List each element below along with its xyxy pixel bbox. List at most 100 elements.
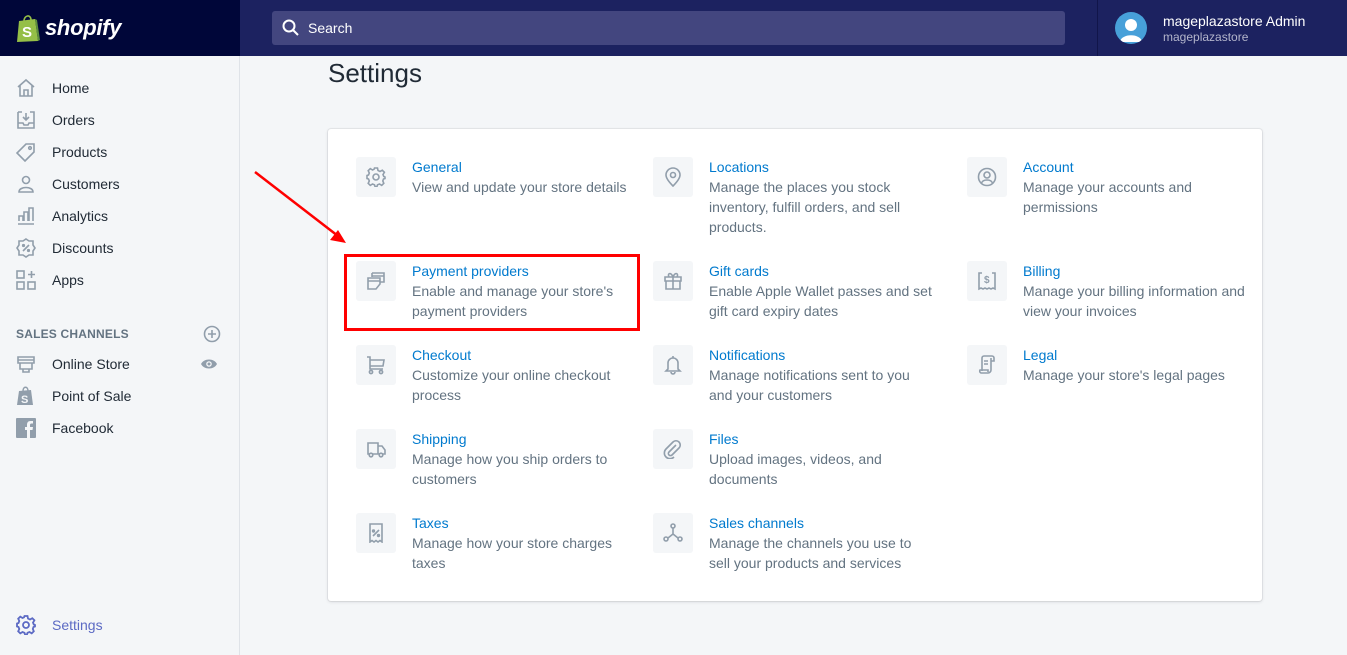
setting-locations[interactable]: Locations Manage the places you stock inv…	[653, 157, 934, 237]
setting-description: Manage your billing information and view…	[1023, 283, 1245, 319]
setting-title: Checkout	[412, 347, 472, 363]
sidebar-item-label: Point of Sale	[52, 388, 132, 404]
setting-title: Payment providers	[412, 263, 529, 279]
setting-description: Customize your online checkout process	[412, 367, 611, 403]
sidebar-item-label: Products	[52, 144, 108, 160]
top-bar: S shopify Search mageplazastore Admin ma…	[0, 0, 1347, 56]
tag-icon	[16, 142, 36, 162]
sidebar-item-label: Customers	[52, 176, 120, 192]
settings-card: General View and update your store detail…	[328, 129, 1262, 601]
svg-text:S: S	[21, 394, 28, 406]
setting-title: Notifications	[709, 347, 786, 363]
tax-receipt-icon	[366, 523, 386, 543]
cart-icon	[366, 355, 386, 375]
setting-title: Taxes	[412, 515, 449, 531]
sidebar-item-facebook[interactable]: Facebook	[0, 412, 239, 444]
setting-description: Manage your store's legal pages	[1023, 367, 1225, 383]
sales-channels-icon	[663, 523, 683, 543]
setting-description: Manage the channels you use to sell your…	[709, 535, 912, 571]
setting-description: Enable and manage your store's payment p…	[412, 283, 614, 319]
sidebar-item-orders[interactable]: Orders	[0, 104, 239, 136]
sidebar-item-home[interactable]: Home	[0, 72, 239, 104]
gear-icon	[366, 167, 386, 187]
sidebar-item-label: Apps	[52, 272, 84, 288]
sidebar-item-label: Analytics	[52, 208, 109, 224]
svg-text:$: $	[984, 275, 990, 286]
sales-channels-header: SALES CHANNELS	[16, 325, 221, 343]
orders-icon	[16, 110, 36, 130]
svg-text:S: S	[22, 24, 32, 41]
payment-icon	[366, 271, 386, 291]
setting-shipping[interactable]: Shipping Manage how you ship orders to cu…	[356, 429, 637, 489]
sidebar-item-products[interactable]: Products	[0, 136, 239, 168]
setting-title: Gift cards	[709, 263, 769, 279]
add-sales-channel-icon[interactable]	[203, 325, 221, 343]
gift-icon	[663, 271, 683, 291]
setting-title: General	[412, 159, 462, 175]
avatar	[1115, 12, 1147, 44]
setting-description: Enable Apple Wallet passes and set gift …	[709, 283, 932, 319]
shopify-bag-icon: S	[16, 386, 36, 406]
setting-notifications[interactable]: Notifications Manage notifications sent t…	[653, 345, 934, 405]
sidebar-item-analytics[interactable]: Analytics	[0, 200, 239, 232]
bar-chart-icon	[16, 206, 36, 226]
setting-description: Upload images, videos, and documents	[709, 451, 882, 487]
eye-icon[interactable]	[200, 355, 218, 373]
discount-icon	[16, 238, 36, 258]
setting-description: Manage your accounts and permissions	[1023, 179, 1192, 215]
sidebar-item-customers[interactable]: Customers	[0, 168, 239, 200]
search-input[interactable]: Search	[272, 11, 1065, 45]
brand-wordmark: shopify	[45, 15, 122, 40]
billing-icon: $	[977, 271, 997, 291]
setting-payment-providers[interactable]: Payment providers Enable and manage your …	[356, 261, 637, 321]
setting-taxes[interactable]: Taxes Manage how your store charges taxes	[356, 513, 637, 573]
legal-scroll-icon	[977, 355, 997, 375]
sidebar-item-label: Online Store	[52, 356, 130, 372]
home-icon	[16, 78, 36, 98]
setting-files[interactable]: Files Upload images, videos, and document…	[653, 429, 934, 489]
setting-legal[interactable]: Legal Manage your store's legal pages	[967, 345, 1248, 385]
sidebar-item-point-of-sale[interactable]: S Point of Sale	[0, 380, 239, 412]
gear-icon	[16, 615, 36, 635]
person-icon	[16, 174, 36, 194]
setting-title: Files	[709, 431, 739, 447]
store-icon	[16, 354, 36, 374]
setting-description: Manage how you ship orders to customers	[412, 451, 608, 487]
setting-title: Shipping	[412, 431, 467, 447]
setting-checkout[interactable]: Checkout Customize your online checkout p…	[356, 345, 637, 405]
setting-sales-channels[interactable]: Sales channels Manage the channels you us…	[653, 513, 934, 573]
bell-icon	[663, 355, 683, 375]
location-pin-icon	[663, 167, 683, 187]
setting-title: Locations	[709, 159, 769, 175]
setting-title: Account	[1023, 159, 1074, 175]
user-menu[interactable]: mageplazastore Admin mageplazastore	[1097, 0, 1347, 56]
sidebar-item-label: Home	[52, 80, 90, 96]
sales-channels-heading: SALES CHANNELS	[16, 327, 129, 341]
sidebar-item-discounts[interactable]: Discounts	[0, 232, 239, 264]
setting-account[interactable]: Account Manage your accounts and permissi…	[967, 157, 1248, 217]
paperclip-icon	[663, 439, 683, 459]
search-placeholder: Search	[308, 20, 353, 36]
setting-description: Manage notifications sent to you and you…	[709, 367, 910, 403]
setting-title: Billing	[1023, 263, 1061, 279]
user-name: mageplazastore Admin	[1163, 12, 1306, 29]
setting-description: Manage the places you stock inventory, f…	[709, 179, 901, 235]
shopify-logo[interactable]: S shopify	[0, 0, 240, 56]
setting-gift-cards[interactable]: Gift cards Enable Apple Wallet passes and…	[653, 261, 934, 321]
facebook-icon	[16, 418, 36, 438]
setting-general[interactable]: General View and update your store detail…	[356, 157, 637, 197]
setting-billing[interactable]: $ Billing Manage your billing information…	[967, 261, 1248, 321]
sidebar-item-apps[interactable]: Apps	[0, 264, 239, 296]
sidebar-item-label: Orders	[52, 112, 95, 128]
sidebar: Home Orders Products Customers Analytics…	[0, 56, 240, 655]
setting-description: View and update your store details	[412, 179, 627, 195]
sidebar-item-label: Discounts	[52, 240, 114, 256]
truck-icon	[366, 439, 386, 459]
sidebar-item-online-store[interactable]: Online Store	[0, 348, 239, 380]
setting-title: Sales channels	[709, 515, 804, 531]
sidebar-item-settings[interactable]: Settings	[0, 609, 239, 641]
page-title: Settings	[328, 58, 422, 88]
search-icon	[282, 19, 300, 37]
store-name: mageplazastore	[1163, 29, 1249, 44]
sidebar-item-label: Settings	[52, 617, 103, 633]
